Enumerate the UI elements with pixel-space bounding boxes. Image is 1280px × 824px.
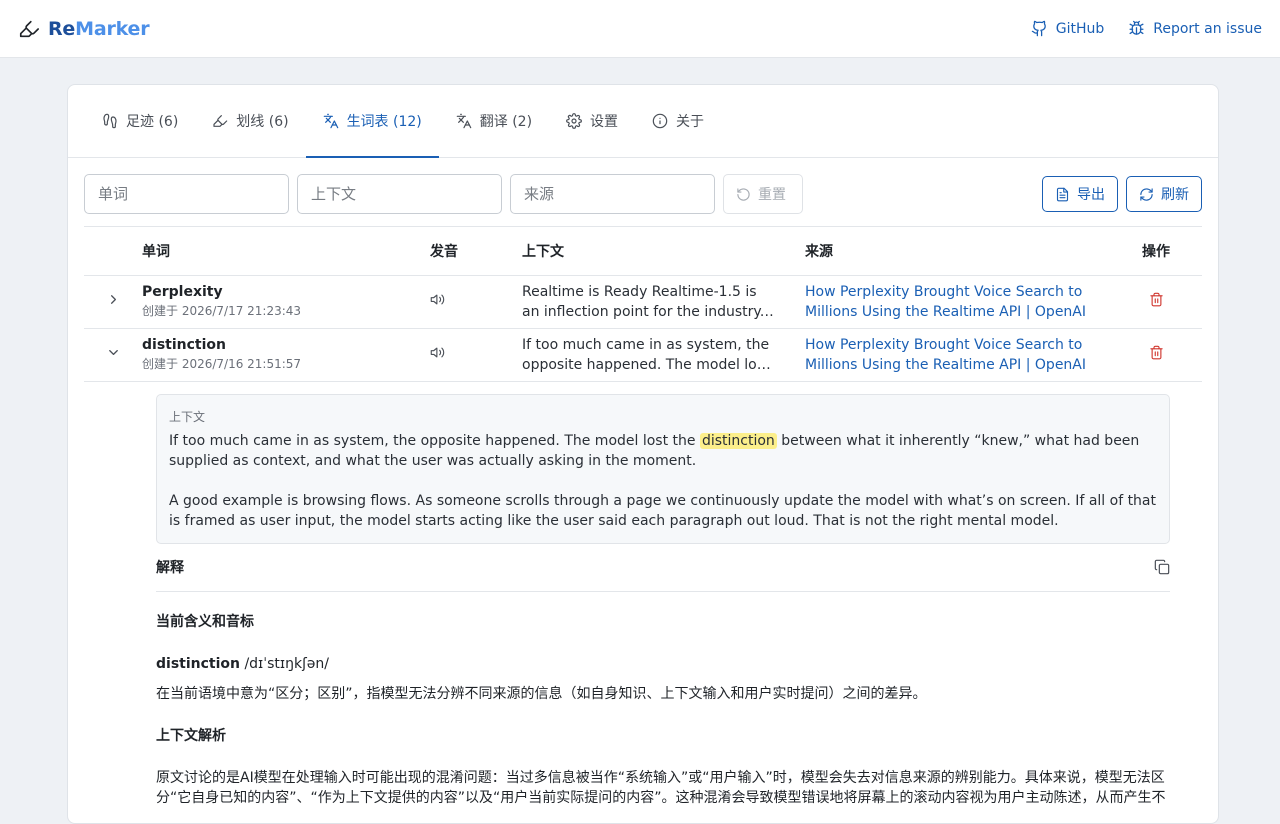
analysis-text: 原文讨论的是AI模型在处理输入时可能出现的混淆问题：当过多信息被当作“系统输入”… [156, 769, 1166, 806]
speaker-icon[interactable] [430, 292, 445, 307]
tab-bar: 足迹 (6) 划线 (6) 生词表 (12) 翻译 (2) 设置 关于 [68, 85, 1218, 158]
context-filter-input[interactable] [297, 174, 502, 214]
word-text: Perplexity [142, 284, 223, 300]
word-text: distinction [142, 337, 226, 353]
context-text: If too much came in as system, the oppos… [522, 336, 770, 373]
copy-icon[interactable] [1154, 559, 1170, 575]
main-card: 足迹 (6) 划线 (6) 生词表 (12) 翻译 (2) 设置 关于 重置 [67, 84, 1219, 824]
reset-icon [737, 187, 750, 201]
reset-button[interactable]: 重置 [723, 174, 803, 214]
trash-icon[interactable] [1149, 292, 1164, 307]
analysis-heading: 上下文解析 [156, 727, 226, 744]
source-column-header: 来源 [805, 227, 1110, 276]
refresh-button[interactable]: 刷新 [1126, 176, 1202, 212]
meaning-heading: 当前含义和音标 [156, 613, 254, 630]
info-icon [652, 113, 668, 129]
translate-icon [323, 113, 338, 129]
chevron-right-icon[interactable] [106, 292, 121, 307]
tab-label: 翻译 (2) [479, 114, 533, 130]
highlighted-word: distinction [699, 432, 777, 449]
speaker-icon[interactable] [430, 345, 445, 360]
context-paragraph: A good example is browsing flows. As som… [169, 492, 1156, 529]
github-label: GitHub [1055, 20, 1105, 37]
brand-name: ReMarker [48, 17, 150, 40]
created-time: 创建于 2026/7/16 21:51:57 [142, 357, 302, 371]
created-time: 创建于 2026/7/17 21:23:43 [142, 304, 302, 318]
tab-label: 生词表 (12) [346, 114, 422, 130]
word-filter-input[interactable] [84, 174, 289, 214]
tab-highlights[interactable]: 划线 (6) [195, 85, 305, 157]
explanation-body: 当前含义和音标 distinction /dɪˈstɪŋkʃən/ 在当前语境中… [156, 592, 1170, 808]
word-column-header: 单词 [142, 227, 430, 276]
highlighter-logo-icon [19, 20, 39, 37]
tab-translations[interactable]: 翻译 (2) [439, 85, 549, 157]
highlighter-icon [213, 115, 228, 127]
top-bar: ReMarker GitHub Report an issue [0, 0, 1280, 58]
github-link[interactable]: GitHub [1031, 20, 1105, 37]
voice-column-header: 发音 [430, 227, 522, 276]
tab-label: 设置 [590, 114, 619, 130]
tab-about[interactable]: 关于 [635, 85, 721, 157]
context-box: 上下文 If too much came in as system, the o… [156, 393, 1170, 544]
filter-bar: 重置 导出 刷新 [84, 158, 1202, 227]
source-link[interactable]: How Perplexity Brought Voice Search to M… [805, 282, 1110, 322]
expanded-detail: 上下文 If too much came in as system, the o… [68, 382, 1218, 808]
trash-icon[interactable] [1149, 345, 1164, 360]
brand[interactable]: ReMarker [18, 17, 150, 40]
file-icon [1056, 187, 1069, 201]
tab-vocabulary[interactable]: 生词表 (12) [305, 85, 439, 158]
tab-label: 关于 [676, 114, 705, 130]
context-label: 上下文 [169, 409, 206, 424]
chevron-down-icon[interactable] [106, 345, 121, 360]
tab-label: 足迹 (6) [126, 114, 179, 130]
explanation-title: 解释 [156, 560, 184, 576]
context-paragraph: If too much came in as system, the oppos… [169, 432, 1140, 469]
action-column-header: 操作 [1110, 227, 1202, 276]
vocabulary-table: 单词 发音 上下文 来源 操作 Perplexity 创建于 2026/7/17 … [84, 227, 1202, 382]
tab-footprints[interactable]: 足迹 (6) [85, 85, 195, 157]
refresh-icon [1140, 187, 1153, 201]
export-label: 导出 [1077, 187, 1105, 203]
report-issue-label: Report an issue [1153, 20, 1262, 37]
table-header-row: 单词 发音 上下文 来源 操作 [84, 227, 1202, 276]
explanation-header: 解释 [156, 544, 1170, 592]
reset-label: 重置 [758, 187, 786, 203]
tab-label: 划线 (6) [236, 114, 289, 130]
language-icon [456, 113, 472, 129]
gear-icon [566, 113, 582, 129]
context-body: If too much came in as system, the oppos… [169, 431, 1157, 531]
export-button[interactable]: 导出 [1042, 176, 1118, 212]
refresh-label: 刷新 [1161, 187, 1189, 203]
context-text: Realtime is Ready Realtime-1.5 is an inf… [522, 283, 765, 320]
bug-icon [1129, 20, 1144, 35]
expand-column-header [84, 227, 142, 276]
table-row: Perplexity 创建于 2026/7/17 21:23:43 Realtim… [84, 275, 1202, 329]
footprint-icon [103, 113, 117, 129]
context-column-header: 上下文 [522, 227, 805, 276]
table-row: distinction 创建于 2026/7/16 21:51:57 If too… [84, 328, 1202, 382]
word-phonetic: distinction /dɪˈstɪŋkʃən/ [156, 655, 329, 672]
source-filter-input[interactable] [510, 174, 715, 214]
report-issue-link[interactable]: Report an issue [1128, 20, 1262, 37]
github-icon [1031, 20, 1046, 37]
tab-settings[interactable]: 设置 [549, 85, 635, 157]
meaning-text: 在当前语境中意为“区分；区别”，指模型无法分辨不同来源的信息（如自身知识、上下文… [156, 685, 927, 702]
source-link[interactable]: How Perplexity Brought Voice Search to M… [805, 335, 1110, 375]
